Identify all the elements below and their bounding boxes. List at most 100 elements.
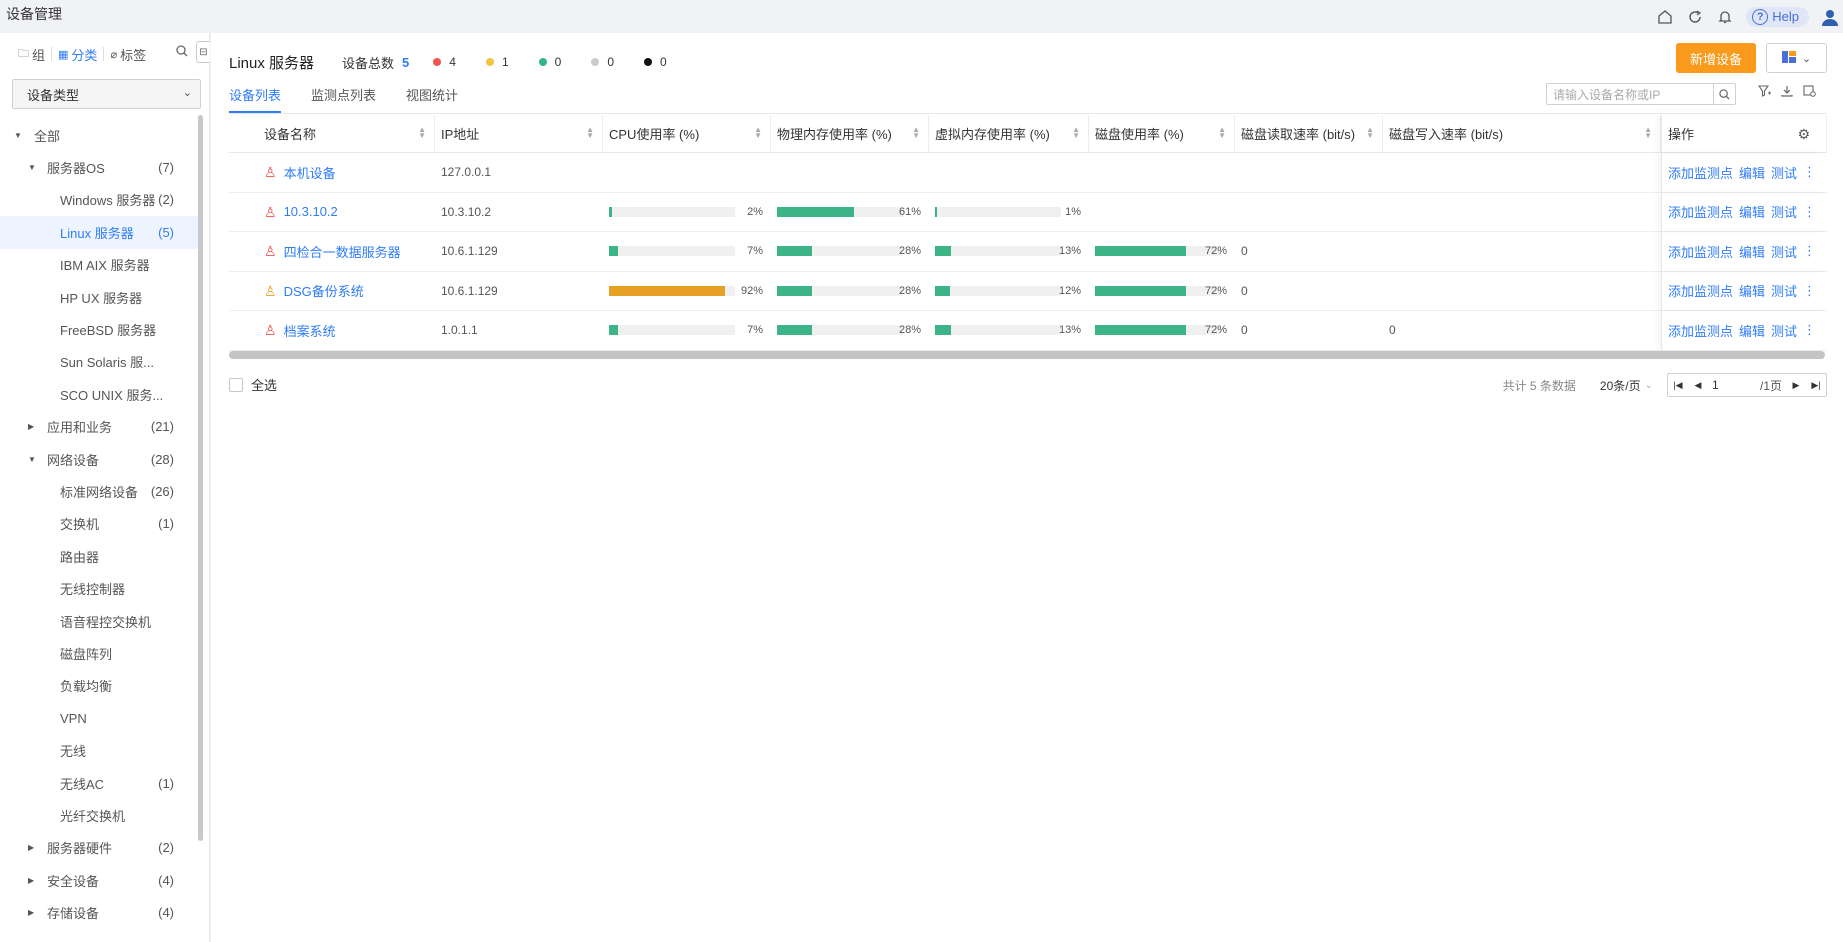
tree-item[interactable]: 无线AC (1) xyxy=(0,767,200,799)
select-all-checkbox[interactable] xyxy=(229,377,243,392)
tab-device-list[interactable]: 设备列表 xyxy=(229,83,282,113)
more-icon[interactable]: ⋮ xyxy=(1803,243,1816,259)
column-header-memory[interactable]: 物理内存使用率 (%) ▲ ▼ xyxy=(771,115,929,152)
refresh-icon[interactable] xyxy=(1680,0,1710,33)
test-link[interactable]: 测试 xyxy=(1771,281,1797,300)
column-settings-icon[interactable] xyxy=(1803,85,1816,100)
status-stat[interactable]: 0 xyxy=(538,55,561,69)
add-monitor-point-link[interactable]: 添加监测点 xyxy=(1668,202,1733,221)
search-icon[interactable] xyxy=(176,45,188,60)
add-device-button[interactable]: 新增设备 xyxy=(1676,43,1756,73)
view-switch-button[interactable]: ⌄ xyxy=(1766,43,1827,73)
tree-item[interactable]: IBM AIX 服务器 xyxy=(0,249,200,281)
caret-right-icon[interactable]: ▶ xyxy=(28,422,34,431)
table-row[interactable]: ♙ 档案系统 1.0.1.1 7% 28% 13% 72% 0 0 添加监测点 编辑 测试 ⋮ xyxy=(229,311,1827,351)
select-all[interactable]: 全选 xyxy=(229,375,277,394)
column-header-virtual-memory[interactable]: 虚拟内存使用率 (%) ▲ ▼ xyxy=(929,115,1089,152)
sort-icon[interactable]: ▲ ▼ xyxy=(1218,126,1226,140)
tree-item[interactable]: ▶ 服务器硬件 (2) xyxy=(0,832,200,864)
avatar[interactable] xyxy=(1817,4,1843,30)
search-icon[interactable] xyxy=(1713,84,1735,104)
home-icon[interactable] xyxy=(1650,0,1680,33)
tree-item[interactable]: 无线 xyxy=(0,734,200,766)
tree-item[interactable]: ▶ 存储设备 (4) xyxy=(0,896,200,928)
sort-icon[interactable]: ▲ ▼ xyxy=(586,126,594,140)
column-header-disk[interactable]: 磁盘使用率 (%) ▲ ▼ xyxy=(1089,115,1235,152)
device-name-link[interactable]: ♙ 档案系统 xyxy=(264,321,336,340)
column-header-name[interactable]: 设备名称 ▲ ▼ xyxy=(258,115,435,152)
tree-item[interactable]: 标准网络设备 (26) xyxy=(0,475,200,507)
status-stat[interactable]: 1 xyxy=(485,55,509,69)
tree-item[interactable]: 交换机 (1) xyxy=(0,508,200,540)
device-name-link[interactable]: ♙ DSG备份系统 xyxy=(264,281,364,300)
tree-item[interactable]: HP UX 服务器 xyxy=(0,281,200,313)
test-link[interactable]: 测试 xyxy=(1771,163,1797,182)
table-horizontal-scrollbar[interactable] xyxy=(229,351,1825,359)
tree-item[interactable]: ▶ 应用和业务 (21) xyxy=(0,411,200,443)
tab-monitor-points[interactable]: 监测点列表 xyxy=(311,83,376,113)
sort-icon[interactable]: ▲ ▼ xyxy=(1072,126,1080,140)
status-stat[interactable]: 0 xyxy=(644,55,667,69)
caret-down-icon[interactable]: ▼ xyxy=(14,131,22,140)
tree-item[interactable]: ▼ 全部 xyxy=(0,119,200,151)
tree-item[interactable]: Sun Solaris 服... xyxy=(0,346,200,378)
caret-right-icon[interactable]: ▶ xyxy=(28,876,34,885)
device-name-link[interactable]: ♙ 10.3.10.2 xyxy=(264,204,338,219)
more-icon[interactable]: ⋮ xyxy=(1803,164,1816,180)
sort-icon[interactable]: ▲ ▼ xyxy=(754,126,762,140)
sidebar-scrollbar[interactable] xyxy=(198,115,203,841)
more-icon[interactable]: ⋮ xyxy=(1803,283,1816,299)
sort-icon[interactable]: ▲ ▼ xyxy=(1644,126,1652,140)
tree-item[interactable]: VPN xyxy=(0,702,200,734)
page-number-input[interactable]: 1 xyxy=(1708,376,1760,394)
tree-item[interactable]: 路由器 xyxy=(0,540,200,572)
test-link[interactable]: 测试 xyxy=(1771,321,1797,340)
table-row[interactable]: ♙ 四检合一数据服务器 10.6.1.129 7% 28% 13% 72% 0 添加监测点 编辑测… xyxy=(229,232,1827,272)
column-header-ip[interactable]: IP地址 ▲ ▼ xyxy=(435,115,603,152)
tree-item[interactable]: 光纤交换机 xyxy=(0,799,200,831)
tree-item[interactable]: ▼ 网络设备 (28) xyxy=(0,443,200,475)
more-icon[interactable]: ⋮ xyxy=(1803,322,1816,338)
tree-item[interactable]: FreeBSD 服务器 xyxy=(0,313,200,345)
edit-link[interactable]: 编辑 xyxy=(1739,242,1765,261)
add-monitor-point-link[interactable]: 添加监测点 xyxy=(1668,242,1733,261)
page-size-select[interactable]: 20条/页 ⌄ xyxy=(1600,377,1653,394)
tree-item[interactable]: 无线控制器 xyxy=(0,572,200,604)
column-header-cpu[interactable]: CPU使用率 (%) ▲ ▼ xyxy=(603,115,771,152)
test-link[interactable]: 测试 xyxy=(1771,202,1797,221)
column-header-disk-read[interactable]: 磁盘读取速率 (bit/s) ▲ ▼ xyxy=(1235,115,1383,152)
filter-icon[interactable] xyxy=(1757,85,1771,100)
status-stat[interactable]: 4 xyxy=(433,55,456,69)
next-page-icon[interactable]: ▶ xyxy=(1786,380,1806,391)
edit-link[interactable]: 编辑 xyxy=(1739,321,1765,340)
bell-icon[interactable] xyxy=(1710,0,1740,33)
tree-item[interactable]: Windows 服务器 (2) xyxy=(0,184,200,216)
help-button[interactable]: ? Help xyxy=(1746,6,1809,27)
caret-right-icon[interactable]: ▶ xyxy=(28,843,34,852)
sidebar-tab-tag[interactable]: ⌀ 标签 xyxy=(104,47,152,63)
device-name-link[interactable]: ♙ 四检合一数据服务器 xyxy=(264,242,401,261)
sidebar-tab-category[interactable]: ▦ 分类 xyxy=(52,47,105,63)
caret-down-icon[interactable]: ▼ xyxy=(28,455,36,464)
edit-link[interactable]: 编辑 xyxy=(1739,163,1765,182)
edit-link[interactable]: 编辑 xyxy=(1739,202,1765,221)
tree-item[interactable]: ▼ 服务器OS (7) xyxy=(0,151,200,183)
caret-right-icon[interactable]: ▶ xyxy=(28,908,34,917)
test-link[interactable]: 测试 xyxy=(1771,242,1797,261)
sort-icon[interactable]: ▲ ▼ xyxy=(912,126,920,140)
tree-item[interactable]: Linux 服务器 (5) xyxy=(0,216,200,249)
prev-page-icon[interactable]: ◀ xyxy=(1688,380,1708,391)
table-row[interactable]: ♙ DSG备份系统 10.6.1.129 92% 28% 12% 72% 0 添加监测点 编辑 测试… xyxy=(229,271,1827,311)
tree-item[interactable]: ▶ 安全设备 (4) xyxy=(0,864,200,896)
tab-view-stats[interactable]: 视图统计 xyxy=(406,83,458,113)
caret-down-icon[interactable]: ▼ xyxy=(28,163,36,172)
add-monitor-point-link[interactable]: 添加监测点 xyxy=(1668,321,1733,340)
column-header-disk-write[interactable]: 磁盘写入速率 (bit/s) ▲ ▼ xyxy=(1383,115,1661,152)
status-stat[interactable]: 0 xyxy=(591,55,614,69)
last-page-icon[interactable]: ▶| xyxy=(1806,380,1826,391)
device-name-link[interactable]: ♙ 本机设备 xyxy=(264,163,336,182)
gear-icon[interactable]: ⚙ xyxy=(1797,126,1810,143)
sort-icon[interactable]: ▲ ▼ xyxy=(1366,126,1374,140)
device-type-select[interactable]: 设备类型 ⌄ xyxy=(12,79,201,109)
add-monitor-point-link[interactable]: 添加监测点 xyxy=(1668,163,1733,182)
